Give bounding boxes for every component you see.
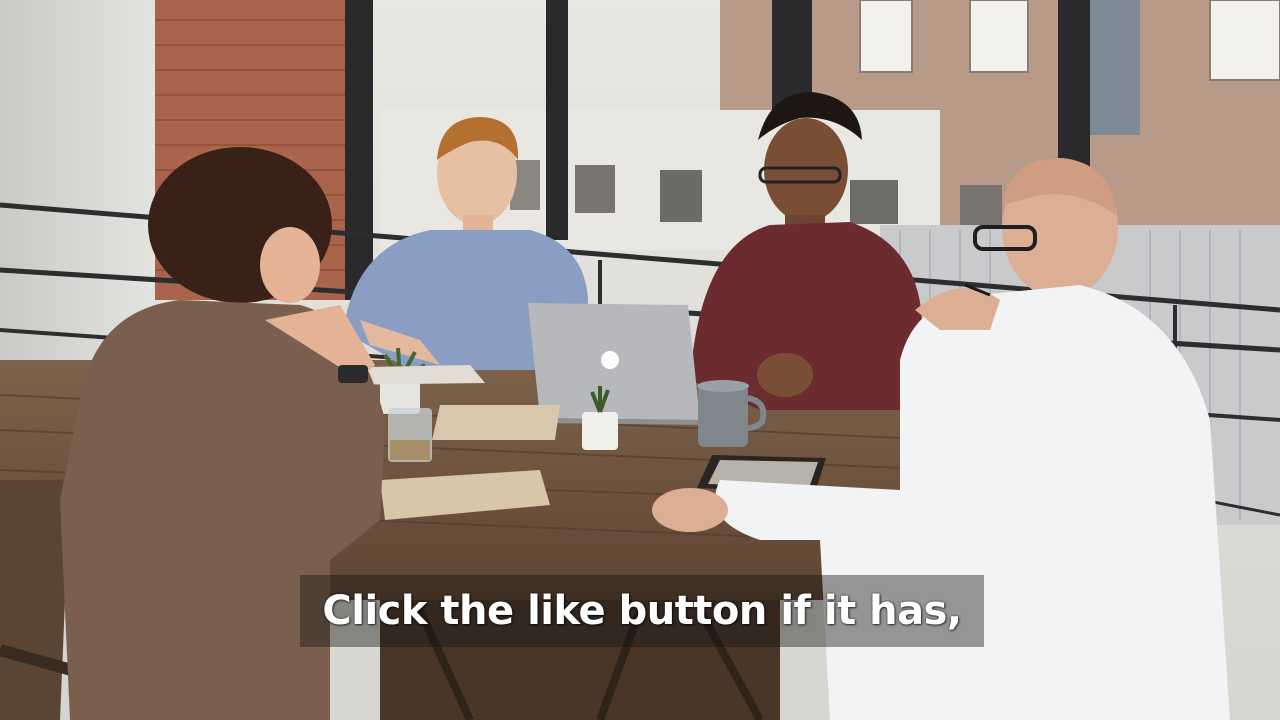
video-caption-bar: Click the like button if it has, bbox=[300, 575, 984, 647]
apple-logo-icon bbox=[601, 351, 619, 369]
video-frame[interactable]: Click the like button if it has, bbox=[0, 0, 1280, 720]
video-caption-text: Click the like button if it has, bbox=[322, 588, 962, 634]
